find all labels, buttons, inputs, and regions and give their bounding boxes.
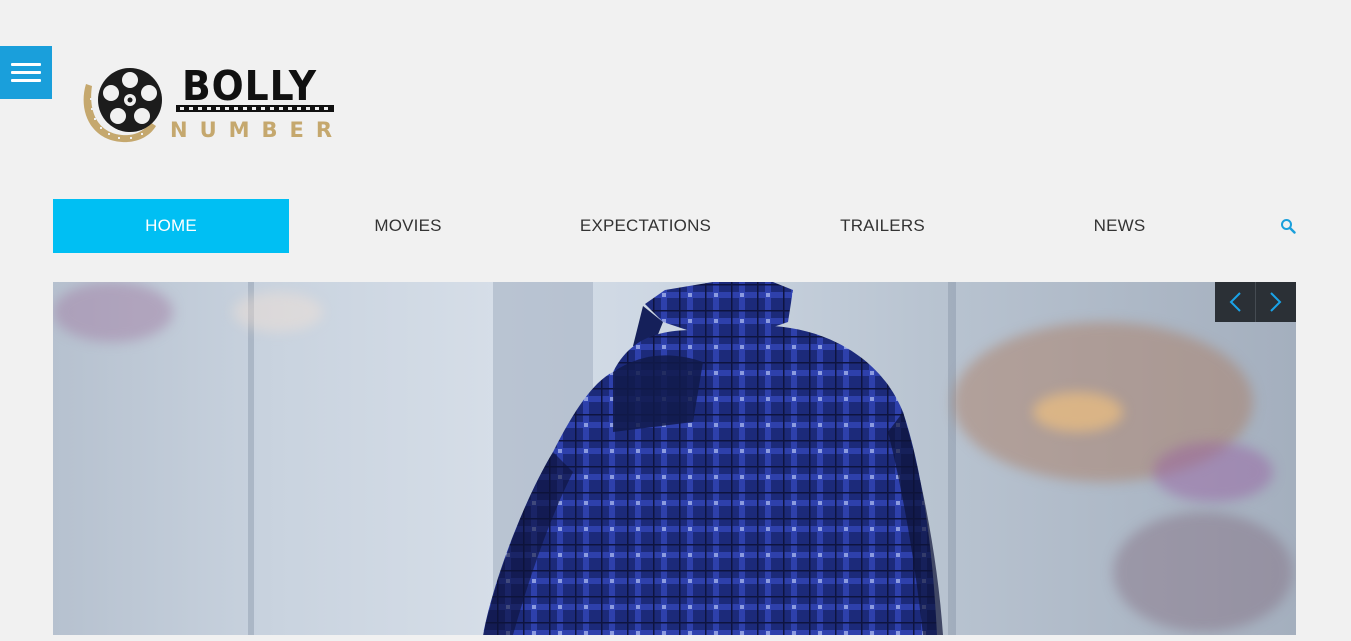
main-navigation: HOME MOVIES EXPECTATIONS TRAILERS NEWS	[53, 199, 1296, 253]
nav-item-movies[interactable]: MOVIES	[289, 199, 527, 253]
logo-film-strip	[176, 105, 334, 112]
logo-text-number: NUMBER	[170, 118, 345, 142]
site-logo[interactable]: BOLLY NUMBER	[80, 62, 340, 146]
hamburger-line	[11, 79, 41, 82]
hamburger-menu-button[interactable]	[0, 46, 52, 99]
search-button[interactable]	[1272, 199, 1296, 253]
film-reel-icon	[83, 68, 162, 143]
slider-controls	[1215, 282, 1296, 322]
chevron-left-icon	[1229, 292, 1241, 312]
hero-image-person	[483, 282, 943, 635]
nav-item-news[interactable]: NEWS	[1001, 199, 1238, 253]
page: BOLLY NUMBER HOME MOVIES EXPECTATIONS TR…	[0, 0, 1351, 641]
search-icon	[1281, 219, 1296, 234]
hero-slider[interactable]	[53, 282, 1296, 635]
hamburger-line	[11, 71, 41, 74]
nav-item-expectations[interactable]: EXPECTATIONS	[527, 199, 764, 253]
slider-prev-button[interactable]	[1215, 282, 1255, 322]
logo-text-bolly: BOLLY	[182, 62, 317, 110]
nav-item-home[interactable]: HOME	[53, 199, 289, 253]
hamburger-line	[11, 63, 41, 66]
nav-item-trailers[interactable]: TRAILERS	[764, 199, 1001, 253]
chevron-right-icon	[1270, 292, 1282, 312]
slider-next-button[interactable]	[1255, 282, 1296, 322]
